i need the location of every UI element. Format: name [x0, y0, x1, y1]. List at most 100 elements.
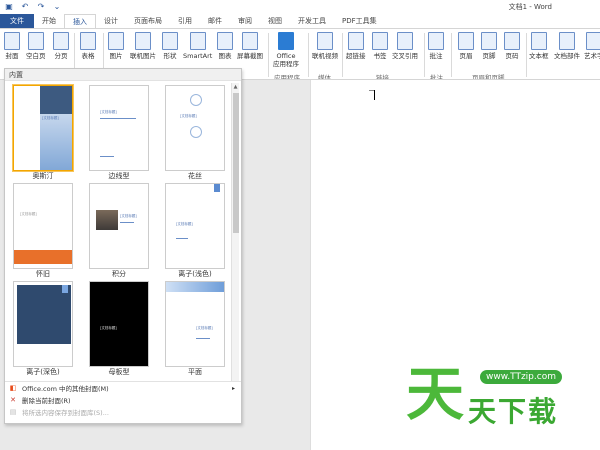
tab-file[interactable]: 文件 — [0, 14, 34, 28]
page-number-button[interactable]: 页码 — [504, 32, 520, 60]
cover-placeholder: [文档标题] — [196, 326, 213, 330]
screenshot-button[interactable]: 屏幕截图 — [237, 32, 263, 60]
tab-developer[interactable]: 开发工具 — [290, 14, 334, 28]
hyperlink-label: 超链接 — [346, 52, 366, 60]
office-apps-label-2: 应用程序 — [273, 60, 299, 68]
cover-tile-ion-dark[interactable]: 离子(深色) — [13, 281, 73, 377]
office-apps-icon — [278, 32, 294, 50]
wordart-label: 艺术字 — [584, 52, 600, 60]
cover-placeholder: [文档标题] — [42, 116, 59, 120]
table-icon — [80, 32, 96, 50]
remove-cover-item[interactable]: ✕ 删除当前封面(R) — [5, 394, 241, 406]
scrollbar-thumb[interactable] — [233, 93, 239, 233]
remove-cover-label: 删除当前封面(R) — [22, 397, 71, 405]
watermark-url: www.TTzip.com — [480, 370, 562, 384]
tab-home[interactable]: 开始 — [34, 14, 64, 28]
header-button[interactable]: 页眉 — [458, 32, 474, 60]
ribbon-separator — [308, 33, 309, 77]
cover-tile-retrospect[interactable]: [文档标题] 怀旧 — [13, 183, 73, 279]
hyperlink-icon — [347, 32, 364, 50]
cover-thumbnail: [文档标题] — [89, 281, 149, 367]
online-picture-button[interactable]: 联机图片 — [130, 32, 156, 60]
more-covers-label: Office.com 中的其他封面(M) — [22, 385, 109, 393]
page-number-label: 页码 — [505, 52, 519, 60]
wordart-button[interactable]: 艺术字 — [584, 32, 600, 60]
cover-tile-facet[interactable]: [文档标题] 平面 — [165, 281, 225, 377]
tab-view[interactable]: 视图 — [260, 14, 290, 28]
ribbon-tabs: 文件 开始 插入 设计 页面布局 引用 邮件 审阅 视图 开发工具 PDF工具集 — [0, 14, 600, 28]
cross-reference-button[interactable]: 交叉引用 — [392, 32, 418, 60]
shapes-icon — [162, 32, 178, 50]
cover-tile-sideline[interactable]: [文档标题] 边线型 — [89, 85, 149, 181]
tab-references[interactable]: 引用 — [170, 14, 200, 28]
chart-button[interactable]: 图表 — [217, 32, 233, 60]
footer-icon — [481, 32, 497, 50]
site-watermark: 天 www.TTzip.com 天下载 — [398, 358, 594, 448]
cover-tile-motion[interactable]: [文档标题] 母板型 — [89, 281, 149, 377]
tab-review[interactable]: 审阅 — [230, 14, 260, 28]
cover-thumbnail: [文档标题] — [165, 183, 225, 269]
save-to-gallery-icon: ▤ — [9, 408, 17, 416]
cover-caption: 离子(浅色) — [178, 270, 212, 278]
picture-icon — [108, 32, 124, 50]
ribbon-separator — [268, 33, 269, 77]
footer-label: 页脚 — [482, 52, 496, 60]
online-picture-label: 联机图片 — [130, 52, 156, 60]
cover-caption: 母板型 — [108, 368, 130, 376]
cross-reference-label: 交叉引用 — [392, 52, 418, 60]
page-break-label: 分页 — [54, 52, 68, 60]
cover-caption: 奥斯汀 — [32, 172, 54, 180]
cover-tile-filigree[interactable]: [文档标题] 花丝 — [165, 85, 225, 181]
tab-page-layout[interactable]: 页面布局 — [126, 14, 170, 28]
cover-placeholder: [文档标题] — [100, 326, 117, 330]
quick-parts-icon — [559, 32, 575, 50]
smartart-button[interactable]: SmartArt — [183, 32, 212, 60]
bookmark-button[interactable]: 书签 — [372, 32, 388, 60]
cover-caption: 边线型 — [108, 172, 130, 180]
cover-page-button[interactable]: 封面 — [3, 32, 21, 60]
gallery-scrollbar[interactable]: ▲ — [231, 83, 239, 381]
online-video-icon — [317, 32, 333, 50]
cover-placeholder: [文档标题] — [176, 222, 193, 226]
picture-button[interactable]: 图片 — [108, 32, 124, 60]
cover-tile-integral[interactable]: [文档标题] 积分 — [89, 183, 149, 279]
cover-page-gallery: 内置 [文档标题] 奥斯汀 [文档标题] 边线型 [文档标题] 花丝 [文档标题… — [4, 68, 242, 424]
hyperlink-button[interactable]: 超链接 — [346, 32, 366, 60]
text-cursor — [374, 90, 375, 100]
tab-pdf-tools[interactable]: PDF工具集 — [334, 14, 385, 28]
text-box-button[interactable]: 文本框 — [529, 32, 549, 60]
cover-caption: 离子(深色) — [26, 368, 60, 376]
cover-caption: 积分 — [112, 270, 126, 278]
cover-page-label: 封面 — [5, 52, 19, 60]
comment-icon — [428, 32, 444, 50]
shapes-button[interactable]: 形状 — [162, 32, 178, 60]
online-picture-icon — [135, 32, 151, 50]
footer-button[interactable]: 页脚 — [481, 32, 497, 60]
tab-design[interactable]: 设计 — [96, 14, 126, 28]
smartart-icon — [189, 32, 206, 50]
scroll-up-icon[interactable]: ▲ — [232, 83, 239, 91]
gallery-menu: ◧ Office.com 中的其他封面(M) ▸ ✕ 删除当前封面(R) ▤ 将… — [5, 381, 241, 418]
tab-insert[interactable]: 插入 — [64, 14, 96, 28]
cover-thumbnail: [文档标题] — [165, 85, 225, 171]
comment-button[interactable]: 批注 — [428, 32, 444, 60]
group-label-media: 媒体 — [318, 74, 331, 80]
cover-thumbnail: [文档标题] — [13, 183, 73, 269]
page-break-button[interactable]: 分页 — [53, 32, 69, 60]
cover-tile-austin[interactable]: [文档标题] 奥斯汀 — [12, 84, 74, 181]
office-apps-button[interactable]: Office 应用程序 — [273, 32, 299, 68]
blank-page-button[interactable]: 空白页 — [26, 32, 46, 60]
bookmark-label: 书签 — [373, 52, 387, 60]
cover-tile-ion-light[interactable]: [文档标题] 离子(浅色) — [165, 183, 225, 279]
more-covers-item[interactable]: ◧ Office.com 中的其他封面(M) ▸ — [5, 382, 241, 394]
chart-icon — [217, 32, 233, 50]
online-video-button[interactable]: 联机视频 — [312, 32, 338, 60]
shapes-label: 形状 — [163, 52, 177, 60]
cover-thumbnail: [文档标题] — [89, 183, 149, 269]
cover-placeholder: [文档标题] — [20, 212, 37, 216]
table-button[interactable]: 表格 — [80, 32, 96, 60]
tab-mailings[interactable]: 邮件 — [200, 14, 230, 28]
wordart-icon — [585, 32, 600, 50]
page-break-icon — [53, 32, 69, 50]
quick-parts-button[interactable]: 文档部件 — [554, 32, 580, 60]
